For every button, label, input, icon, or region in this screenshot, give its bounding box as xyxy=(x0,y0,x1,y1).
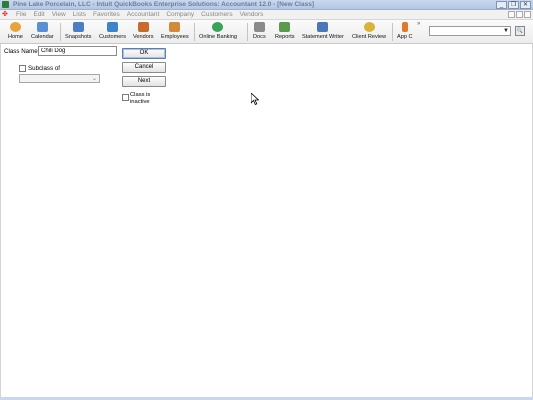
toolbar-label: Employees xyxy=(161,34,189,40)
menu-vendors[interactable]: Vendors xyxy=(240,11,264,19)
menu-company[interactable]: Company xyxy=(166,11,194,19)
toolbar-label: Online Banking xyxy=(199,34,237,40)
mouse-pointer-icon xyxy=(251,93,259,105)
window-border-left xyxy=(0,44,1,397)
toolbar-more-chevron-icon[interactable]: » xyxy=(417,21,420,27)
toolbar-client-review-button[interactable]: Client Review xyxy=(352,22,386,40)
toolbar-vendors-button[interactable]: Vendors xyxy=(133,22,154,40)
toolbar-label: Snapshots xyxy=(65,34,92,40)
toolbar-label: Customers xyxy=(99,34,127,40)
toolbar-label: Statement Writer xyxy=(302,34,344,40)
menu-accountant[interactable]: Accountant xyxy=(127,11,160,19)
search-dropdown-arrow-icon[interactable]: ▼ xyxy=(503,27,509,35)
calendar-icon xyxy=(36,22,48,32)
cancel-button[interactable]: Cancel xyxy=(122,62,166,73)
toolbar-label: Vendors xyxy=(133,34,154,40)
home-icon xyxy=(9,22,21,32)
menu-lists[interactable]: Lists xyxy=(73,11,86,19)
toolbar-app-center-button[interactable]: App C xyxy=(397,22,413,40)
chevron-down-icon: ⌄ xyxy=(91,76,97,82)
toolbar-reports-button[interactable]: Reports xyxy=(275,22,295,40)
search-input[interactable]: ▼ xyxy=(429,26,511,36)
statement-writer-icon xyxy=(317,22,329,32)
window-title: Pine Lake Porcelain, LLC - Intuit QuickB… xyxy=(13,1,314,8)
magnifier-icon: 🔍 xyxy=(516,28,524,34)
class-name-label: Class Name xyxy=(4,48,38,55)
mdi-restore-button[interactable] xyxy=(516,11,523,18)
vendors-icon xyxy=(137,22,149,32)
menu-customers[interactable]: Customers xyxy=(201,11,232,19)
app-icon xyxy=(2,1,9,8)
subclass-label: Subclass of xyxy=(28,65,60,72)
mdi-close-button[interactable] xyxy=(524,11,531,18)
toolbar-label: Docs xyxy=(253,34,266,40)
customers-icon xyxy=(107,22,119,32)
toolbar-separator xyxy=(194,23,195,41)
toolbar-label: Home xyxy=(8,34,23,40)
toolbar-online-banking-button[interactable]: Online Banking xyxy=(199,22,237,40)
quickbooks-logo-icon[interactable]: ✤ xyxy=(2,11,10,19)
app-center-icon xyxy=(401,22,408,32)
menu-favorites[interactable]: Favorites xyxy=(93,11,120,19)
subclass-dropdown[interactable]: ⌄ xyxy=(19,74,100,83)
employees-icon xyxy=(169,22,181,32)
toolbar-calendar-button[interactable]: Calendar xyxy=(31,22,54,40)
ok-button[interactable]: OK xyxy=(122,48,166,59)
toolbar-separator xyxy=(247,23,248,41)
class-name-field[interactable] xyxy=(38,46,117,56)
next-button[interactable]: Next xyxy=(122,76,166,87)
toolbar-label: App C xyxy=(397,34,413,40)
menu-view[interactable]: View xyxy=(52,11,66,19)
menu-edit[interactable]: Edit xyxy=(33,11,44,19)
mdi-minimize-button[interactable] xyxy=(508,11,515,18)
docs-icon xyxy=(253,22,265,32)
title-bar: Pine Lake Porcelain, LLC - Intuit QuickB… xyxy=(0,0,533,10)
close-button[interactable]: ✕ xyxy=(520,1,531,9)
online-banking-icon xyxy=(212,22,224,32)
toolbar-employees-button[interactable]: Employees xyxy=(161,22,189,40)
reports-icon xyxy=(279,22,291,32)
class-inactive-label: Class is inactive xyxy=(130,92,151,105)
minimize-button[interactable]: _ xyxy=(496,1,507,9)
maximize-button[interactable]: ❐ xyxy=(508,1,519,9)
toolbar-snapshots-button[interactable]: Snapshots xyxy=(65,22,91,40)
menu-file[interactable]: File xyxy=(16,11,26,19)
toolbar-home-button[interactable]: Home xyxy=(8,22,23,40)
subclass-checkbox[interactable] xyxy=(19,65,26,72)
snapshots-icon xyxy=(72,22,84,32)
toolbar-label: Client Review xyxy=(352,34,387,40)
toolbar-label: Reports xyxy=(275,34,295,40)
toolbar-docs-button[interactable]: Docs xyxy=(253,22,266,40)
mdi-controls xyxy=(508,11,531,18)
window-controls: _ ❐ ✕ xyxy=(496,1,531,9)
client-review-icon xyxy=(363,22,375,32)
menu-bar: ✤ File Edit View Lists Favorites Account… xyxy=(0,10,533,20)
class-inactive-checkbox[interactable] xyxy=(122,94,129,101)
toolbar-label: Calendar xyxy=(31,34,54,40)
toolbar-separator xyxy=(392,23,393,41)
toolbar-customers-button[interactable]: Customers xyxy=(99,22,126,40)
toolbar-separator xyxy=(60,23,61,41)
toolbar-statement-writer-button[interactable]: Statement Writer xyxy=(302,22,344,40)
search-button[interactable]: 🔍 xyxy=(515,26,525,36)
